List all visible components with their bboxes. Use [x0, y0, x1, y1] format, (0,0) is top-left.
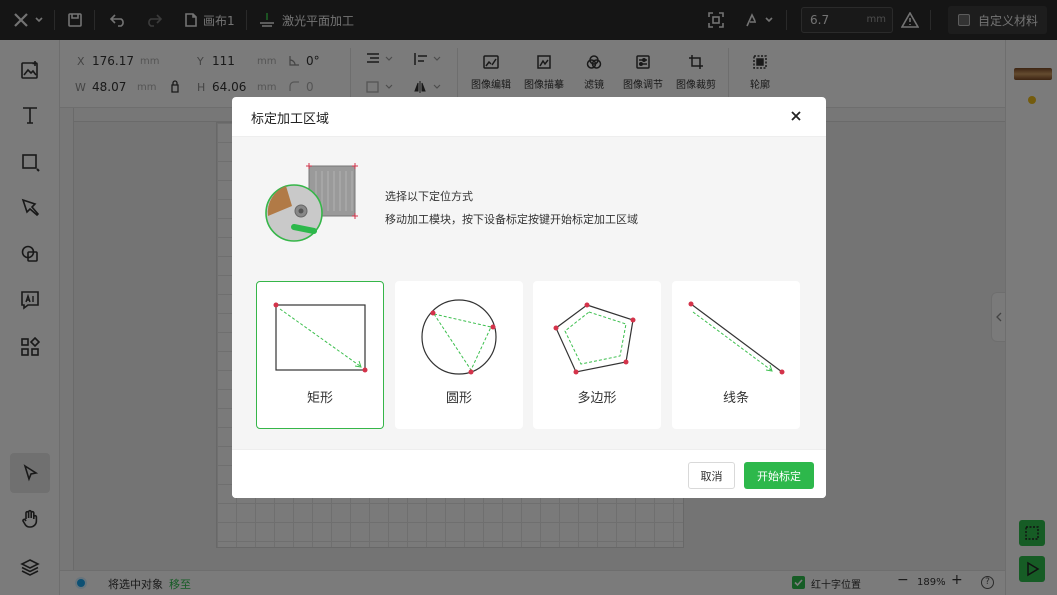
calibration-illustration: [265, 163, 358, 242]
calibrate-area-dialog: 标定加工区域 选择以下定位方式 移动加工模块，按下设备标定按键开始标定加工区域: [232, 97, 826, 498]
option-line[interactable]: 线条: [672, 281, 800, 429]
dialog-description-1: 选择以下定位方式: [385, 190, 473, 203]
dialog-body: 选择以下定位方式 移动加工模块，按下设备标定按键开始标定加工区域 矩形 圆形 多…: [232, 137, 826, 449]
line-shape-icon: [688, 301, 785, 375]
dialog-description-2: 移动加工模块，按下设备标定按键开始标定加工区域: [385, 213, 638, 226]
dialog-footer: 取消 开始标定: [232, 449, 826, 498]
option-circle[interactable]: 圆形: [395, 281, 523, 429]
option-rectangle-label: 矩形: [306, 391, 333, 406]
option-rectangle[interactable]: 矩形: [256, 281, 384, 429]
polygon-shape-icon: [553, 302, 636, 375]
option-line-label: 线条: [722, 391, 749, 406]
dialog-title: 标定加工区域: [251, 112, 330, 127]
option-polygon[interactable]: 多边形: [533, 281, 661, 429]
start-calibration-button[interactable]: 开始标定: [744, 462, 814, 489]
cancel-button[interactable]: 取消: [688, 462, 735, 489]
close-icon[interactable]: [788, 108, 804, 124]
option-circle-label: 圆形: [445, 391, 472, 406]
option-polygon-label: 多边形: [577, 391, 617, 406]
dialog-header: 标定加工区域: [232, 97, 826, 137]
circle-shape-icon: [421, 299, 497, 375]
rectangle-shape-icon: [273, 302, 368, 373]
